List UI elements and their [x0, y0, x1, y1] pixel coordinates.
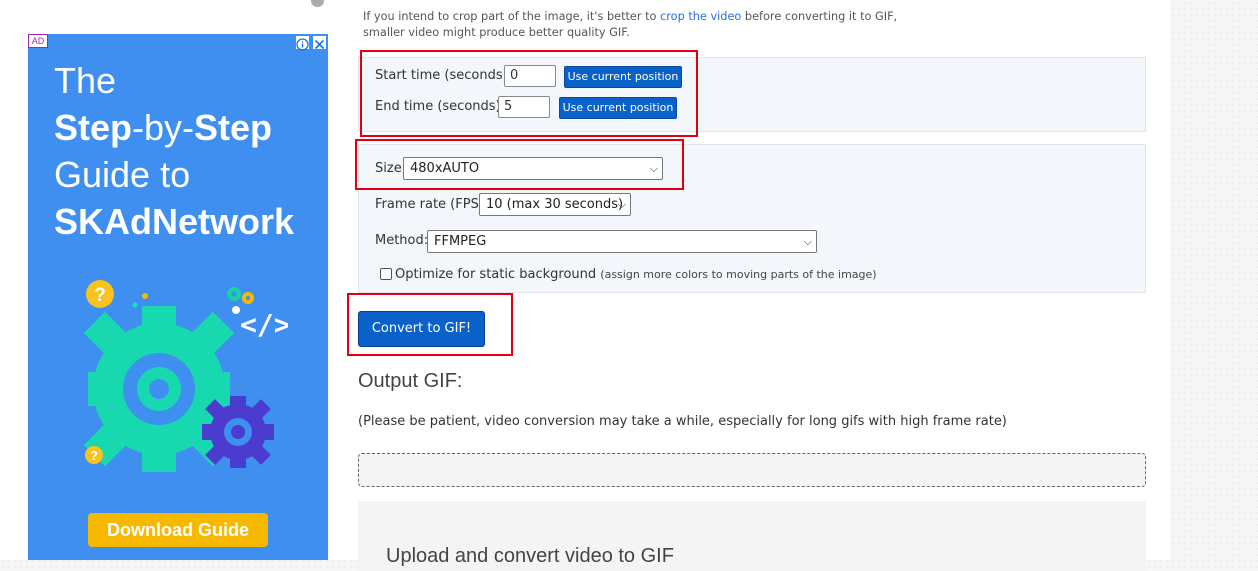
fps-select[interactable]: 10 (max 30 seconds) ⌵ [479, 193, 631, 216]
ad-headline-3: Guide to [54, 154, 191, 195]
info-icon[interactable] [296, 36, 309, 51]
highlight-size [355, 139, 684, 190]
method-select[interactable]: FFMPEG ⌵ [427, 230, 817, 253]
crop-video-link[interactable]: crop the video [660, 10, 741, 23]
method-label: Method: [375, 233, 429, 248]
patience-note: (Please be patient, video conversion may… [358, 414, 1007, 429]
question-icon: ? [86, 280, 114, 308]
question-small-icon: ? [85, 446, 103, 464]
ad-headline-2a: Step [54, 107, 133, 148]
output-gif-heading: Output GIF: [358, 370, 463, 392]
crop-tip: If you intend to crop part of the image,… [363, 9, 923, 41]
ad-headline-4-text: SKAdNetwork [54, 201, 295, 242]
highlight-convert-button [347, 293, 513, 356]
ad-headline-2c: Step [194, 107, 273, 148]
chevron-down-icon: ⌵ [617, 198, 626, 211]
optimize-note: (assign more colors to moving parts of t… [600, 268, 877, 281]
crop-tip-prefix: If you intend to crop part of the image,… [363, 10, 661, 23]
fps-label: Frame rate (FPS): [375, 197, 489, 212]
fps-select-value: 10 (max 30 seconds) [486, 197, 624, 212]
highlight-time-range [360, 50, 698, 137]
optimize-label-text: Optimize for static background [395, 267, 597, 282]
upload-heading: Upload and convert video to GIF [386, 545, 674, 567]
svg-text:</>: </> [240, 308, 288, 341]
crop-tip-line1: If you intend to crop part of the image,… [363, 10, 897, 23]
svg-text:?: ? [90, 448, 98, 463]
output-gif-area [358, 453, 1146, 487]
large-gear-icon [83, 306, 235, 472]
ad-illustration: ? </> ? [68, 274, 291, 483]
optimize-static-background-checkbox[interactable] [380, 268, 392, 280]
code-icon: </> [240, 308, 291, 341]
ad-headline-4: SKAdNetwork [54, 199, 294, 245]
download-guide-button[interactable]: Download Guide [88, 513, 268, 547]
ad-headline-2: Step-by-Step [54, 105, 272, 151]
small-gear-icon [202, 396, 274, 468]
chevron-down-icon: ⌵ [803, 235, 812, 248]
method-select-value: FFMPEG [434, 234, 487, 249]
advertisement[interactable]: AD The Step-by-Step Guide to SKAdNetwork… [28, 34, 328, 560]
optimize-label: Optimize for static background (assign m… [395, 267, 877, 282]
ad-headline-2b: -by- [132, 107, 195, 148]
crop-tip-line2: smaller video might produce better quali… [363, 26, 630, 39]
close-icon[interactable] [313, 36, 326, 50]
ad-badge: AD [28, 34, 48, 48]
svg-text:?: ? [94, 285, 106, 306]
crop-tip-suffix: before converting it to GIF, [741, 10, 898, 23]
ad-headline-1: The [54, 60, 117, 101]
